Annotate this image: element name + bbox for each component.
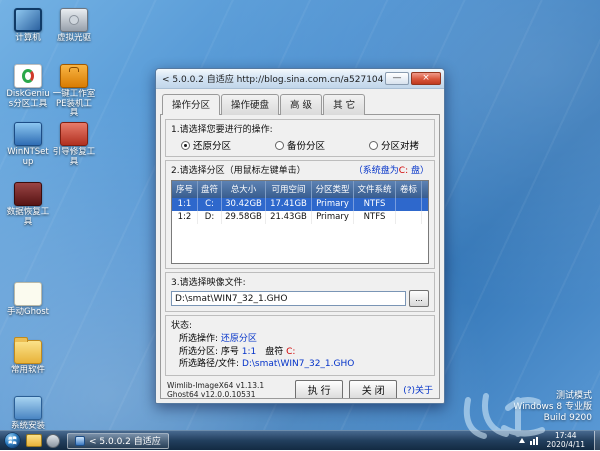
folder-icon [14, 340, 42, 364]
operation-radio-group: 还原分区 备份分区 分区对拷 [171, 137, 429, 152]
optical-drive-icon [60, 8, 88, 32]
system-drive-hint: （系统盘为C: 盘） [354, 163, 429, 176]
column-header[interactable]: 卷标 [396, 181, 422, 198]
column-header[interactable]: 可用空间 [266, 181, 312, 198]
partition-group: 2.请选择分区（用鼠标左键单击） （系统盘为C: 盘） 序号 盘符 总大小 可用… [165, 160, 435, 269]
close-window-button[interactable]: × [411, 72, 441, 85]
image-file-input[interactable] [171, 291, 406, 306]
taskbar-app-label: < 5.0.0.2 自适应 [89, 434, 161, 447]
desktop-icon-manual-ghost[interactable]: 手动Ghost [6, 282, 50, 318]
desktop: 计算机 虚拟光驱 DiskGenius分区工具 一键工作室PE装机工具 WinN… [0, 0, 600, 450]
clock-date: 2020/4/11 [547, 441, 585, 450]
status-path-line: 所选路径/文件: D:\smat\WIN7_32_1.GHO [171, 358, 429, 371]
status-group: 状态: 所选操作: 还原分区 所选分区: 序号 1:1 盘符 C: 所选路径/文… [165, 315, 435, 376]
desktop-icon-common-software[interactable]: 常用软件 [6, 340, 50, 376]
show-desktop-button[interactable] [594, 431, 600, 451]
desktop-icon-label: 数据恢复工具 [6, 208, 50, 227]
tab-strip: 操作分区 操作硬盘 高 级 其 它 [160, 93, 440, 114]
partition-row-c[interactable]: 1:1 C: 30.42GB 17.41GB Primary NTFS [172, 198, 429, 211]
column-header[interactable]: 序号 [172, 181, 198, 198]
radio-restore-partition[interactable]: 还原分区 [181, 138, 231, 152]
column-header[interactable]: 盘符 [198, 181, 222, 198]
window-title: < 5.0.0.2 自适应 http://blog.sina.com.cn/a5… [162, 72, 383, 85]
network-icon[interactable] [530, 437, 538, 445]
status-operation-line: 所选操作: 还原分区 [171, 333, 429, 346]
image-file-group-title: 3.请选择映像文件: [171, 275, 429, 288]
desktop-icon-virtual-drive[interactable]: 虚拟光驱 [52, 8, 96, 44]
partition-row-d[interactable]: 1:2 D: 29.58GB 21.43GB Primary NTFS [172, 211, 429, 224]
desktop-icon-diskgenius[interactable]: DiskGenius分区工具 [6, 64, 50, 109]
tab-panel: 1.请选择您要进行的操作: 还原分区 备份分区 分区对拷 [160, 114, 440, 399]
desktop-icon-boot-repair[interactable]: 引导修复工具 [52, 122, 96, 167]
column-header[interactable]: 分 [422, 181, 429, 198]
window-client-area: 操作分区 操作硬盘 高 级 其 它 1.请选择您要进行的操作: 还原分区 [156, 89, 444, 403]
desktop-icon-label: 引导修复工具 [52, 148, 96, 167]
start-button[interactable] [4, 432, 21, 449]
tray-expand-icon[interactable] [519, 438, 525, 443]
winntsetup-icon [14, 122, 42, 146]
about-link[interactable]: (?)关于 [403, 383, 433, 396]
app-icon [75, 436, 85, 446]
taskbar-clock[interactable]: 17:44 2020/4/11 [543, 432, 589, 449]
taskbar-explorer-icon[interactable] [26, 434, 42, 447]
window-footer: Wimlib-ImageX64 v1.13.1 Ghost64 v12.0.0.… [165, 379, 435, 400]
data-recovery-icon [14, 182, 42, 206]
radio-label: 分区对拷 [381, 138, 419, 152]
partition-group-title: 2.请选择分区（用鼠标左键单击） [171, 163, 306, 176]
system-install-icon [14, 396, 42, 420]
desktop-icon-label: 手动Ghost [6, 308, 50, 318]
desktop-icon-label: 常用软件 [6, 366, 50, 376]
minimize-button[interactable]: — [385, 72, 409, 85]
radio-label: 备份分区 [287, 138, 325, 152]
tab-advanced[interactable]: 高 级 [280, 94, 322, 115]
execute-button[interactable]: 执 行 [295, 380, 343, 400]
wimlib-version: Wimlib-ImageX64 v1.13.1 [167, 381, 289, 390]
computer-icon [14, 8, 42, 32]
radio-dot-icon [181, 141, 190, 150]
tab-other[interactable]: 其 它 [323, 94, 365, 115]
desktop-icon-computer[interactable]: 计算机 [6, 8, 50, 44]
column-header[interactable]: 分区类型 [312, 181, 354, 198]
ghost-icon [14, 282, 42, 306]
pe-toolbox-icon [60, 64, 88, 88]
desktop-icon-label: DiskGenius分区工具 [6, 90, 50, 109]
column-header[interactable]: 总大小 [222, 181, 266, 198]
desktop-icon-pe-toolbox[interactable]: 一键工作室PE装机工具 [52, 64, 96, 119]
test-mode-watermark: 测试模式 Windows 8 专业版 Build 9200 [513, 391, 592, 424]
taskbar-disc-icon[interactable] [46, 434, 60, 448]
desktop-icon-label: 虚拟光驱 [52, 34, 96, 44]
radio-label: 还原分区 [193, 138, 231, 152]
desktop-icon-system-install[interactable]: 系统安装 [6, 396, 50, 432]
boot-repair-icon [60, 122, 88, 146]
taskbar-app-button[interactable]: < 5.0.0.2 自适应 [67, 433, 169, 449]
radio-dot-icon [369, 141, 378, 150]
status-title: 状态: [171, 318, 429, 331]
diskgenius-icon [14, 64, 42, 88]
desktop-icon-label: 计算机 [6, 34, 50, 44]
column-header[interactable]: 文件系统 [354, 181, 396, 198]
desktop-icon-data-recovery[interactable]: 数据恢复工具 [6, 182, 50, 227]
partition-table: 序号 盘符 总大小 可用空间 分区类型 文件系统 卷标 分 1:1 C: [171, 180, 429, 264]
partition-table-header: 序号 盘符 总大小 可用空间 分区类型 文件系统 卷标 分 [172, 181, 429, 198]
image-file-group: 3.请选择映像文件: ... [165, 272, 435, 312]
operation-group: 1.请选择您要进行的操作: 还原分区 备份分区 分区对拷 [165, 119, 435, 157]
tab-operate-partition[interactable]: 操作分区 [162, 94, 220, 115]
close-button[interactable]: 关 闭 [349, 380, 397, 400]
ghost-version: Ghost64 v12.0.0.10531 [167, 390, 289, 399]
browse-button[interactable]: ... [409, 290, 429, 307]
window-titlebar[interactable]: < 5.0.0.2 自适应 http://blog.sina.com.cn/a5… [156, 69, 444, 89]
taskbar: < 5.0.0.2 自适应 17:44 2020/4/11 [0, 430, 600, 450]
desktop-icon-winntsetup[interactable]: WinNTSetup [6, 122, 50, 167]
radio-partition-copy[interactable]: 分区对拷 [369, 138, 419, 152]
system-tray: 17:44 2020/4/11 [519, 431, 600, 451]
radio-dot-icon [275, 141, 284, 150]
operation-group-title: 1.请选择您要进行的操作: [171, 122, 429, 135]
desktop-icon-label: WinNTSetup [6, 148, 50, 167]
radio-backup-partition[interactable]: 备份分区 [275, 138, 325, 152]
desktop-icon-label: 一键工作室PE装机工具 [52, 90, 96, 119]
tab-operate-disk[interactable]: 操作硬盘 [221, 94, 279, 115]
status-partition-line: 所选分区: 序号 1:1 盘符 C: [171, 346, 429, 359]
app-window: < 5.0.0.2 自适应 http://blog.sina.com.cn/a5… [155, 68, 445, 404]
version-info: Wimlib-ImageX64 v1.13.1 Ghost64 v12.0.0.… [167, 381, 289, 399]
